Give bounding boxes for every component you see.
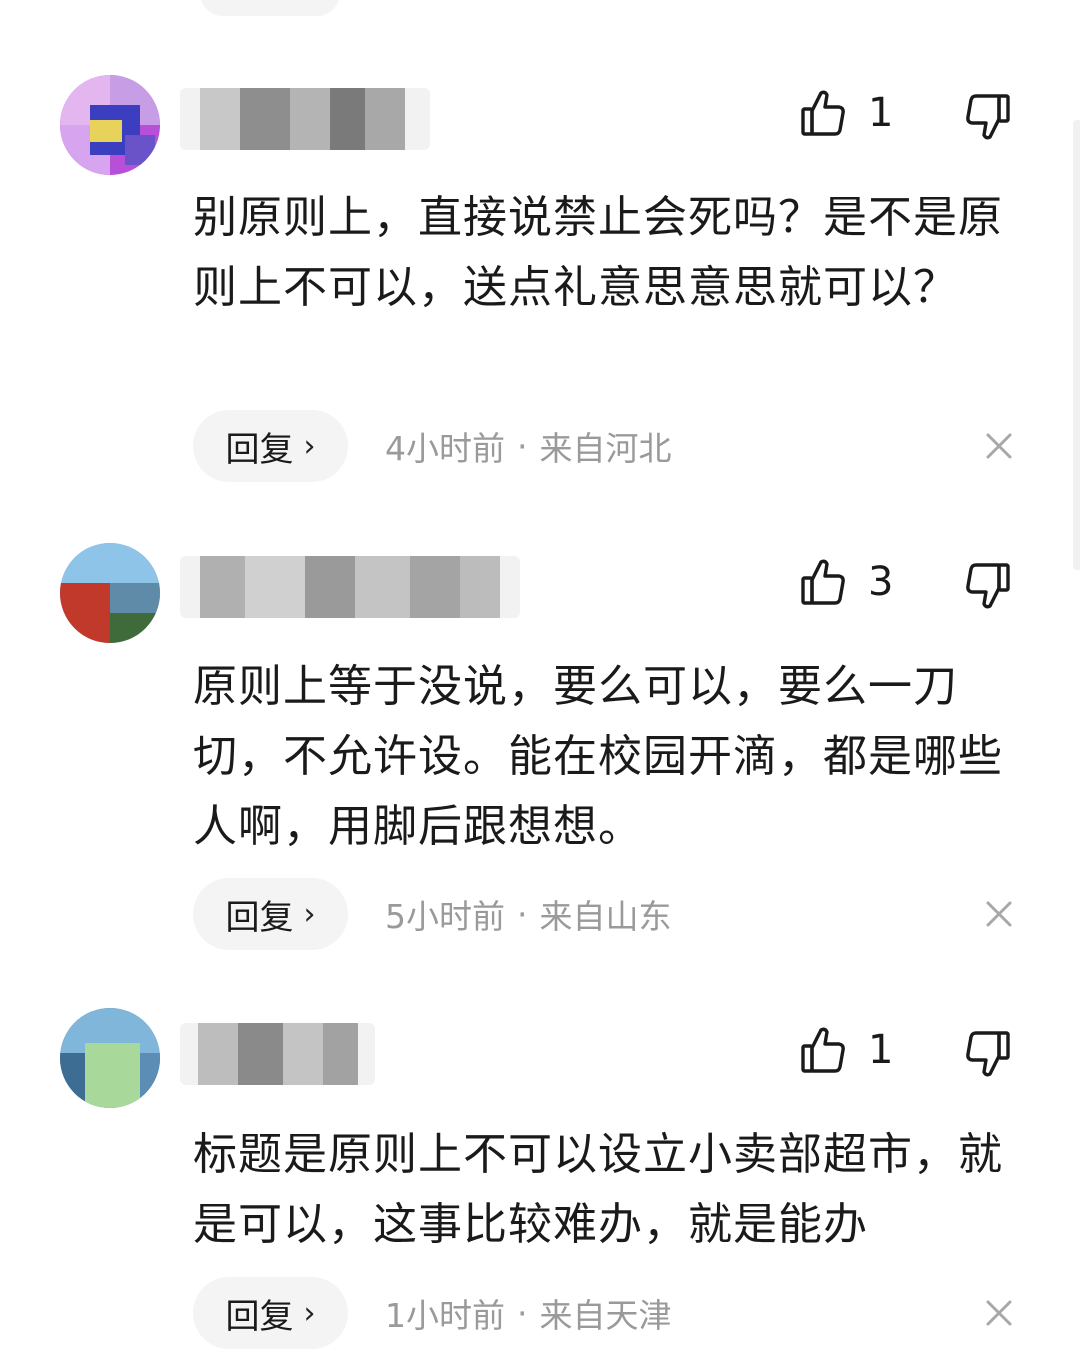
thumbs-down-icon[interactable]	[965, 561, 1011, 615]
timestamp: 4小时前	[385, 429, 505, 468]
username-redacted[interactable]	[180, 556, 520, 618]
reply-label: 回复	[225, 429, 294, 470]
like-count: 1	[868, 1027, 894, 1073]
separator: ·	[517, 426, 528, 466]
comment-text: 别原则上，直接说禁止会死吗？是不是原则上不可以，送点礼意思意思就可以？	[193, 192, 1003, 313]
chevron-right-icon: ›	[303, 896, 316, 932]
comment-meta: 1小时前 · 来自天津	[385, 1277, 672, 1349]
thumbs-up-icon	[800, 557, 846, 607]
close-icon[interactable]	[982, 429, 1016, 463]
comment-meta: 4小时前 · 来自河北	[385, 410, 672, 482]
scrollbar[interactable]	[1073, 120, 1080, 570]
location: 来自山东	[539, 897, 672, 936]
avatar[interactable]	[60, 543, 160, 643]
close-icon[interactable]	[982, 897, 1016, 931]
reply-button[interactable]: 回复 ›	[193, 410, 348, 482]
like-button[interactable]: 1	[800, 88, 893, 138]
thumbs-down-icon[interactable]	[965, 1029, 1011, 1083]
thumbs-down-icon[interactable]	[965, 92, 1011, 146]
username-redacted[interactable]	[180, 88, 430, 150]
reply-label: 回复	[225, 1296, 294, 1337]
separator: ·	[517, 894, 528, 934]
comment-text: 标题是原则上不可以设立小卖部超市，就是可以，这事比较难办，就是能办	[193, 1129, 1003, 1250]
avatar[interactable]	[60, 75, 160, 175]
like-count: 1	[868, 90, 894, 136]
thumbs-up-icon	[800, 88, 846, 138]
separator: ·	[517, 1293, 528, 1333]
chevron-right-icon: ›	[303, 428, 316, 464]
username-redacted[interactable]	[180, 1023, 375, 1085]
reply-button[interactable]: 回复 ›	[193, 1277, 348, 1349]
reply-button-partial[interactable]	[200, 0, 340, 16]
like-button[interactable]: 1	[800, 1025, 893, 1075]
close-icon[interactable]	[982, 1296, 1016, 1330]
comment-text: 原则上等于没说，要么可以，要么一刀切，不允许设。能在校园开滴，都是哪些人啊，用脚…	[193, 661, 1003, 852]
comment-meta: 5小时前 · 来自山东	[385, 878, 672, 950]
like-count: 3	[868, 559, 894, 605]
timestamp: 1小时前	[385, 1296, 505, 1335]
reply-label: 回复	[225, 897, 294, 938]
timestamp: 5小时前	[385, 897, 505, 936]
thumbs-up-icon	[800, 1025, 846, 1075]
like-button[interactable]: 3	[800, 557, 893, 607]
location: 来自河北	[539, 429, 672, 468]
location: 来自天津	[539, 1296, 672, 1335]
avatar[interactable]	[60, 1008, 160, 1108]
reply-button[interactable]: 回复 ›	[193, 878, 348, 950]
chevron-right-icon: ›	[303, 1295, 316, 1331]
